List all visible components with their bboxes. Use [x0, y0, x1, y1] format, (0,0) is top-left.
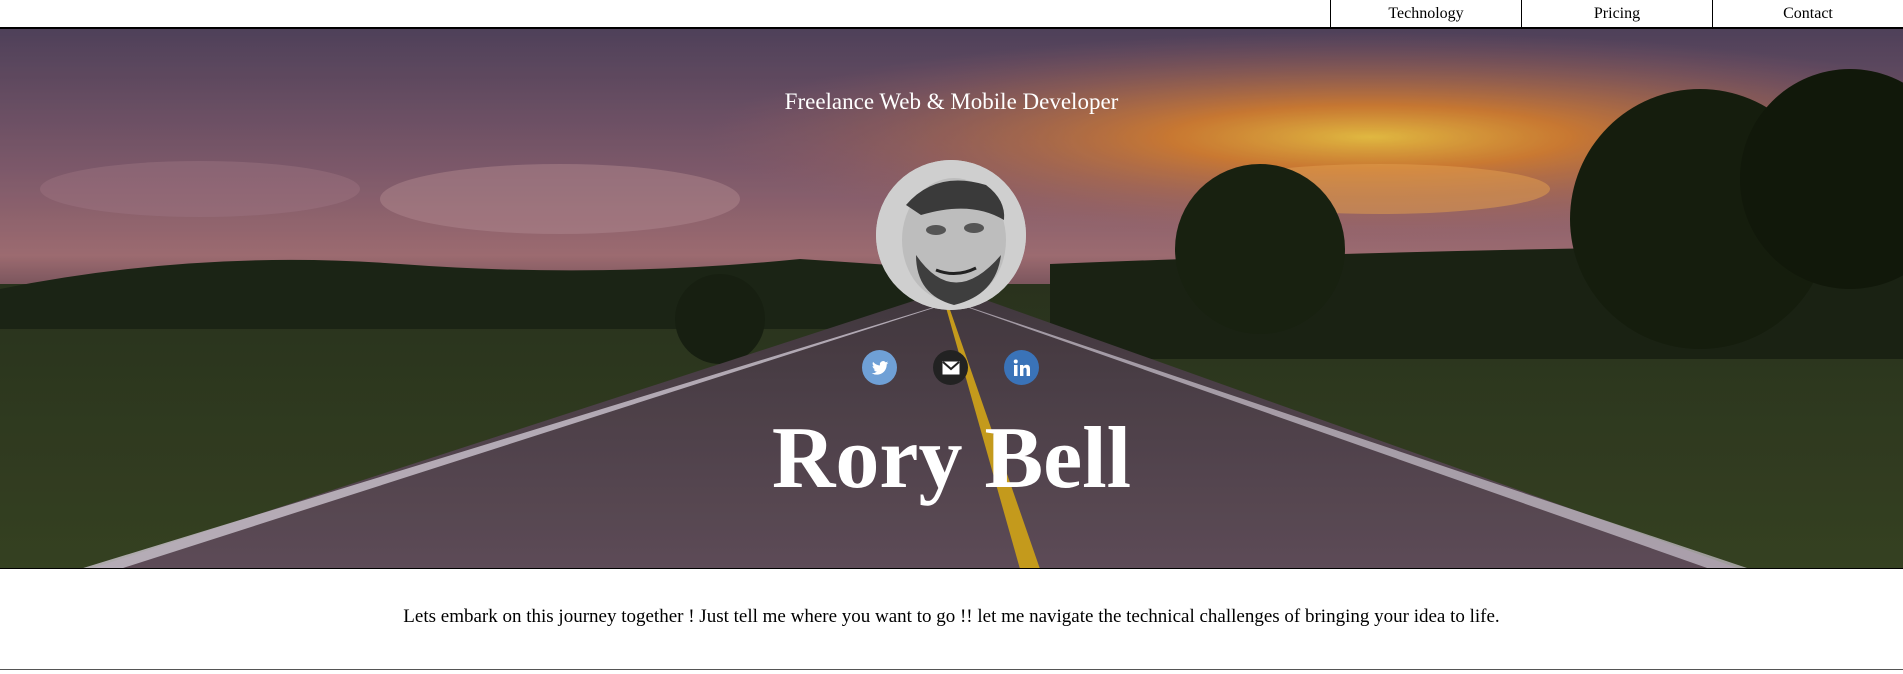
- intro-text: Lets embark on this journey together ! J…: [403, 606, 1500, 627]
- nav-item-technology[interactable]: Technology: [1330, 0, 1521, 28]
- nav-item-contact[interactable]: Contact: [1712, 0, 1903, 28]
- linkedin-link[interactable]: [1004, 350, 1039, 385]
- twitter-icon: [871, 360, 888, 375]
- email-icon: [941, 360, 960, 374]
- email-link[interactable]: [933, 350, 968, 385]
- linkedin-icon: [1013, 359, 1030, 376]
- hero-section: Freelance Web & Mobile Developer Rory Be…: [0, 29, 1903, 569]
- hero-tagline: Freelance Web & Mobile Developer: [784, 89, 1119, 114]
- nav-item-pricing[interactable]: Pricing: [1521, 0, 1712, 28]
- hero-name: Rory Bell: [771, 410, 1132, 507]
- social-links: [862, 350, 1039, 385]
- nav-list: Technology Pricing Contact: [1330, 0, 1903, 28]
- divider: [0, 669, 1903, 670]
- twitter-link[interactable]: [862, 350, 897, 385]
- top-navigation: Technology Pricing Contact: [0, 0, 1903, 29]
- avatar: [876, 160, 1026, 310]
